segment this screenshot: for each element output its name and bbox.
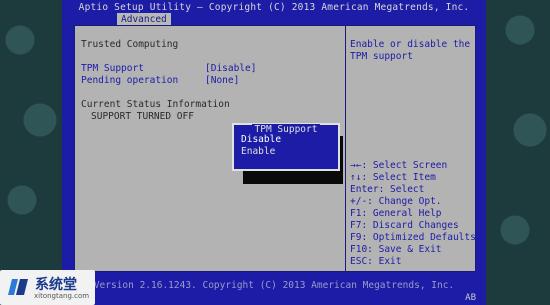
help-description-line1: Enable or disable the — [350, 39, 471, 50]
popup-option-disable[interactable]: Disable — [240, 134, 283, 146]
help-description-line2: TPM support — [350, 51, 413, 62]
popup-option-enable[interactable]: Enable — [240, 146, 276, 158]
setting-pending-operation-label[interactable]: Pending operation — [81, 75, 178, 86]
help-key-change-opt: +/-: Change Opt. — [350, 196, 442, 207]
logo-mark-icon — [8, 279, 28, 295]
section-title: Trusted Computing — [81, 39, 179, 50]
setting-pending-operation-value[interactable]: [None] — [205, 75, 239, 86]
setting-tpm-support-value[interactable]: [Disable] — [205, 63, 256, 74]
help-key-enter: Enter: Select — [350, 184, 425, 195]
watermark-logo: 系统堂 xitongtang.com — [0, 270, 95, 305]
watermark-url: xitongtang.com — [34, 292, 90, 300]
help-key-discard-changes: F7: Discard Changes — [350, 220, 459, 231]
footer-version: Version 2.16.1243. Copyright (C) 2013 Am… — [93, 280, 455, 291]
bios-title: Aptio Setup Utility – Copyright (C) 2013… — [78, 2, 470, 13]
main-panel: Trusted Computing TPM Support [Disable] … — [74, 25, 476, 272]
status-value: SUPPORT TURNED OFF — [91, 111, 194, 122]
help-key-select-screen: →←: Select Screen — [350, 160, 448, 171]
panel-divider — [345, 26, 346, 271]
bios-screen: Aptio Setup Utility – Copyright (C) 2013… — [62, 0, 486, 305]
help-key-optimized-defaults: F9: Optimized Defaults — [350, 232, 476, 243]
help-key-select-item: ↑↓: Select Item — [350, 172, 436, 183]
setting-tpm-support-label[interactable]: TPM Support — [81, 63, 144, 74]
status-title: Current Status Information — [81, 99, 230, 110]
footer-badge: AB — [465, 293, 476, 303]
watermark-name: 系统堂 — [35, 277, 77, 293]
help-key-save-exit: F10: Save & Exit — [350, 244, 442, 255]
help-key-general-help: F1: General Help — [350, 208, 442, 219]
help-key-esc-exit: ESC: Exit — [350, 256, 402, 267]
tpm-support-popup: TPM Support Disable Enable — [232, 123, 340, 171]
